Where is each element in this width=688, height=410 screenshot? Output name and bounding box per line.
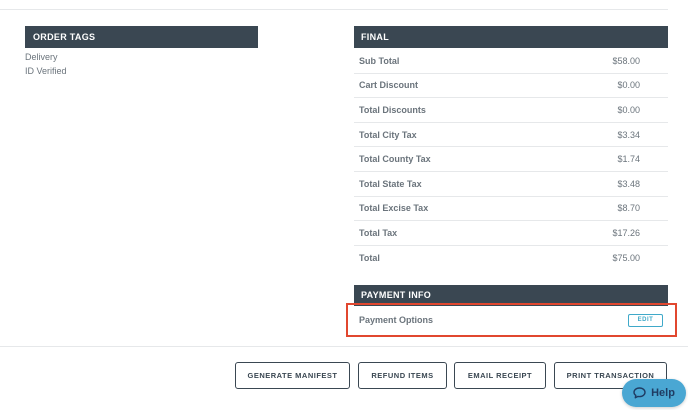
row-label: Total Excise Tax bbox=[359, 203, 429, 214]
row-label: Sub Total bbox=[359, 55, 400, 66]
row-label: Total bbox=[359, 253, 380, 264]
summary-row-city-tax: Total City Tax $3.34 bbox=[354, 123, 668, 148]
summary-row-total: Total $75.00 bbox=[354, 246, 668, 271]
summary-row-state-tax: Total State Tax $3.48 bbox=[354, 172, 668, 197]
summary-row-excise-tax: Total Excise Tax $8.70 bbox=[354, 197, 668, 222]
top-divider bbox=[0, 9, 668, 10]
row-value: $3.48 bbox=[617, 178, 640, 189]
summary-row-total-tax: Total Tax $17.26 bbox=[354, 221, 668, 246]
row-value: $58.00 bbox=[612, 55, 640, 66]
row-label: Total Discounts bbox=[359, 104, 426, 115]
row-value: $3.34 bbox=[617, 129, 640, 140]
order-tags-header: ORDER TAGS bbox=[25, 26, 258, 48]
row-label: Cart Discount bbox=[359, 80, 419, 91]
row-value: $8.70 bbox=[617, 203, 640, 214]
final-header: FINAL bbox=[354, 26, 668, 48]
summary-row-cart-discount: Cart Discount $0.00 bbox=[354, 74, 668, 99]
help-button[interactable]: Help bbox=[622, 379, 686, 407]
summary-row-subtotal: Sub Total $58.00 bbox=[354, 49, 668, 74]
row-label: Total Tax bbox=[359, 227, 398, 238]
row-value: $75.00 bbox=[612, 253, 640, 264]
refund-items-button[interactable]: REFUND ITEMS bbox=[358, 362, 447, 389]
row-label: Total County Tax bbox=[359, 154, 431, 165]
email-receipt-button[interactable]: EMAIL RECEIPT bbox=[454, 362, 546, 389]
payment-options-label: Payment Options bbox=[359, 315, 434, 325]
row-value: $17.26 bbox=[612, 227, 640, 238]
summary-row-total-discounts: Total Discounts $0.00 bbox=[354, 98, 668, 123]
help-label: Help bbox=[651, 387, 675, 399]
row-value: $1.74 bbox=[617, 154, 640, 165]
row-value: $0.00 bbox=[617, 80, 640, 91]
order-tag-id-verified: ID Verified bbox=[25, 66, 67, 76]
order-tag-delivery: Delivery bbox=[25, 52, 58, 62]
final-summary-table: Sub Total $58.00 Cart Discount $0.00 Tot… bbox=[354, 49, 668, 270]
row-label: Total State Tax bbox=[359, 178, 422, 189]
row-label: Total City Tax bbox=[359, 129, 417, 140]
generate-manifest-button[interactable]: GENERATE MANIFEST bbox=[235, 362, 350, 389]
section-divider bbox=[0, 346, 688, 347]
row-value: $0.00 bbox=[617, 104, 640, 115]
edit-payment-button[interactable]: EDIT bbox=[628, 314, 663, 327]
chat-bubble-icon bbox=[633, 387, 646, 399]
summary-row-county-tax: Total County Tax $1.74 bbox=[354, 147, 668, 172]
